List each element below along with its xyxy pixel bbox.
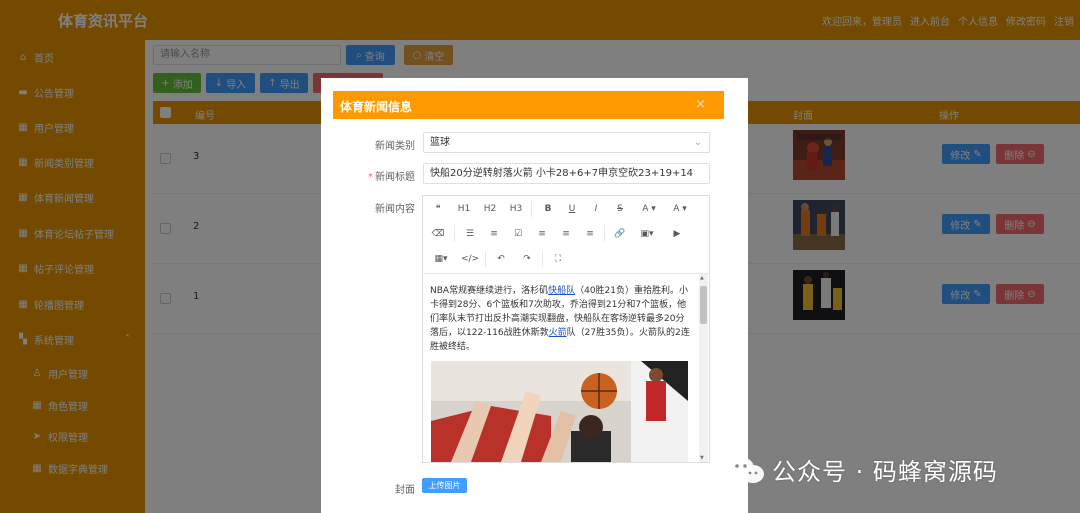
eraser-icon[interactable]: ⌫ bbox=[428, 224, 448, 244]
watermark: 公众号 · 码蜂窝源码 bbox=[726, 452, 998, 487]
background-color-icon[interactable]: A ▾ bbox=[667, 199, 693, 219]
numbered-list-icon[interactable]: ≡ bbox=[484, 224, 504, 244]
dialog-header: 体育新闻信息 × bbox=[333, 91, 724, 119]
h1-icon[interactable]: H1 bbox=[454, 199, 474, 219]
redo-icon[interactable]: ↷ bbox=[517, 249, 537, 269]
undo-icon[interactable]: ↶ bbox=[491, 249, 511, 269]
toolbar-divider bbox=[485, 251, 486, 267]
chevron-down-icon: ⌄ bbox=[693, 137, 702, 148]
toolbar-divider bbox=[542, 251, 543, 267]
toolbar-divider bbox=[454, 226, 455, 242]
dialog-title: 体育新闻信息 bbox=[340, 100, 413, 114]
content-photo bbox=[431, 361, 688, 462]
blockquote-icon[interactable]: ❝ bbox=[428, 199, 448, 219]
toolbar-divider bbox=[604, 226, 605, 242]
h3-icon[interactable]: H3 bbox=[506, 199, 526, 219]
h2-icon[interactable]: H2 bbox=[480, 199, 500, 219]
title-input[interactable]: 快船20分逆转射落火箭 小卡28+6+7申京空砍23+19+14 bbox=[423, 163, 710, 184]
rich-text-editor: ❝ H1 H2 H3 B U I S A ▾ A ▾ ⌫ ☰ ≡ ☑ ≡ ≡ ≡… bbox=[422, 195, 710, 463]
image-icon[interactable]: ▣▾ bbox=[634, 224, 660, 244]
wechat-icon bbox=[728, 456, 764, 483]
close-icon[interactable]: × bbox=[695, 97, 706, 112]
category-select[interactable]: 篮球 ⌄ bbox=[423, 132, 710, 153]
toolbar-divider bbox=[531, 201, 532, 217]
underline-icon[interactable]: U bbox=[562, 199, 582, 219]
required-mark: * bbox=[368, 172, 373, 183]
strikethrough-icon[interactable]: S bbox=[610, 199, 630, 219]
code-icon[interactable]: </> bbox=[460, 249, 480, 269]
content-text: NBA常规赛继续进行，洛杉矶 bbox=[430, 286, 549, 296]
content-link[interactable]: 快船队 bbox=[548, 286, 575, 296]
table-icon[interactable]: ▦▾ bbox=[428, 249, 454, 269]
title-label: * 新闻标题 bbox=[368, 168, 415, 183]
scroll-down-icon[interactable]: ▼ bbox=[700, 455, 704, 461]
editor-content[interactable]: NBA常规赛继续进行，洛杉矶快船队（40胜21负）重拾胜利。小卡得到28分、6个… bbox=[430, 284, 693, 354]
category-label: 新闻类别 bbox=[375, 141, 415, 152]
fullscreen-icon[interactable]: ⛶ bbox=[548, 249, 568, 269]
watermark-text: 公众号 · 码蜂窝源码 bbox=[772, 458, 998, 486]
title-label-text: 新闻标题 bbox=[375, 172, 415, 183]
video-icon[interactable]: ▶ bbox=[667, 224, 687, 244]
link-icon[interactable]: 🔗 bbox=[610, 224, 630, 244]
align-left-icon[interactable]: ≡ bbox=[532, 224, 552, 244]
content-label: 新闻内容 bbox=[375, 204, 415, 215]
font-color-icon[interactable]: A ▾ bbox=[636, 199, 662, 219]
upload-image-button[interactable]: 上传图片 bbox=[422, 478, 467, 493]
align-center-icon[interactable]: ≡ bbox=[556, 224, 576, 244]
italic-icon[interactable]: I bbox=[586, 199, 606, 219]
todo-icon[interactable]: ☑ bbox=[508, 224, 528, 244]
scrollbar-thumb[interactable] bbox=[700, 286, 707, 324]
scroll-up-icon[interactable]: ▲ bbox=[700, 275, 704, 281]
justify-icon[interactable]: ≡ bbox=[580, 224, 600, 244]
editor-scrollbar[interactable]: ▲ ▼ bbox=[699, 274, 708, 462]
editor-toolbar: ❝ H1 H2 H3 B U I S A ▾ A ▾ ⌫ ☰ ≡ ☑ ≡ ≡ ≡… bbox=[423, 196, 709, 274]
category-value: 篮球 bbox=[430, 137, 450, 148]
cover-label: 封面 bbox=[395, 485, 415, 496]
bold-icon[interactable]: B bbox=[538, 199, 558, 219]
bullet-list-icon[interactable]: ☰ bbox=[460, 224, 480, 244]
news-edit-dialog: 体育新闻信息 × 新闻类别 篮球 ⌄ * 新闻标题 快船20分逆转射落火箭 小卡2… bbox=[321, 78, 748, 513]
content-link[interactable]: 火箭 bbox=[549, 328, 567, 338]
